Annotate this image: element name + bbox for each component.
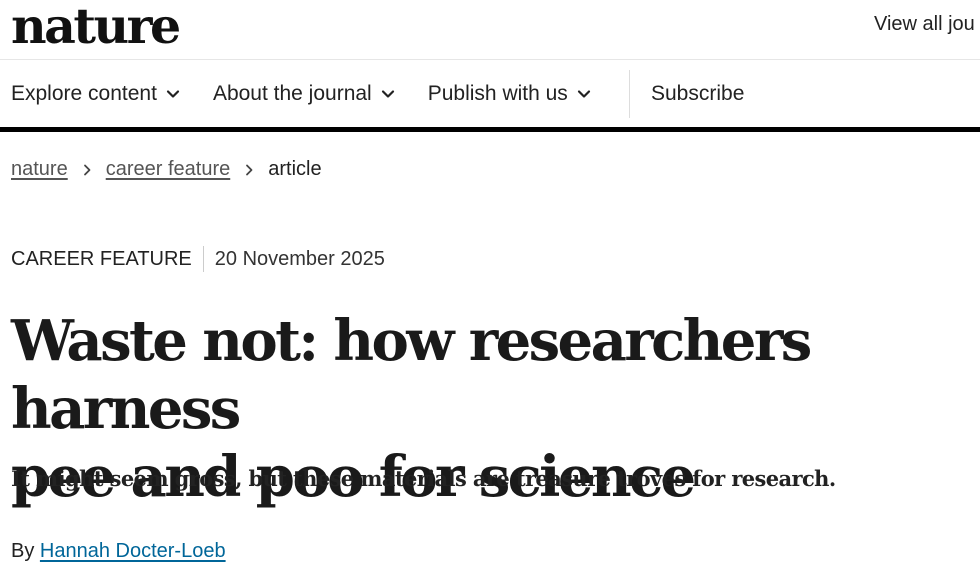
breadcrumb: nature career feature article — [11, 158, 322, 181]
view-all-journals-link[interactable]: View all jou — [874, 13, 975, 36]
nav-item-label: Publish with us — [427, 81, 568, 105]
article-standfirst: It might seem gross, but these materials… — [11, 466, 836, 491]
top-bar: nature View all jou — [0, 0, 980, 60]
nav-explore-content[interactable]: Explore content — [11, 82, 180, 106]
nav-item-label: Explore content — [11, 81, 157, 105]
breadcrumb-current: article — [268, 158, 322, 180]
publication-date: 20 November 2025 — [214, 247, 385, 270]
subscribe-label: Subscribe — [651, 81, 745, 105]
article-type: CAREER FEATURE — [11, 247, 192, 270]
author-link[interactable]: Hannah Docter-Loeb — [40, 540, 226, 562]
nav-publish-with-us[interactable]: Publish with us — [428, 82, 591, 106]
chevron-right-icon — [246, 164, 253, 175]
article-meta: CAREER FEATURE 20 November 2025 — [11, 246, 385, 272]
byline: By Hannah Docter-Loeb — [11, 540, 226, 563]
chevron-right-icon — [83, 164, 91, 175]
nav-about-the-journal[interactable]: About the journal — [213, 82, 395, 106]
chevron-down-icon — [577, 89, 590, 98]
article-title-line-1: Waste not: how researchers harness — [11, 308, 812, 442]
breadcrumb-career-feature-link[interactable]: career feature — [106, 158, 231, 181]
chevron-down-icon — [166, 89, 180, 98]
breadcrumb-nature-link[interactable]: nature — [11, 158, 68, 181]
nav-divider — [629, 70, 630, 118]
byline-prefix: By — [11, 540, 35, 562]
chevron-down-icon — [381, 89, 394, 98]
nav-subscribe[interactable]: Subscribe — [651, 60, 744, 127]
meta-divider — [202, 246, 204, 272]
nav-item-label: About the journal — [212, 81, 372, 105]
nature-logo[interactable]: nature — [11, 0, 181, 56]
main-navigation: Explore content About the journal Publis… — [0, 60, 980, 132]
